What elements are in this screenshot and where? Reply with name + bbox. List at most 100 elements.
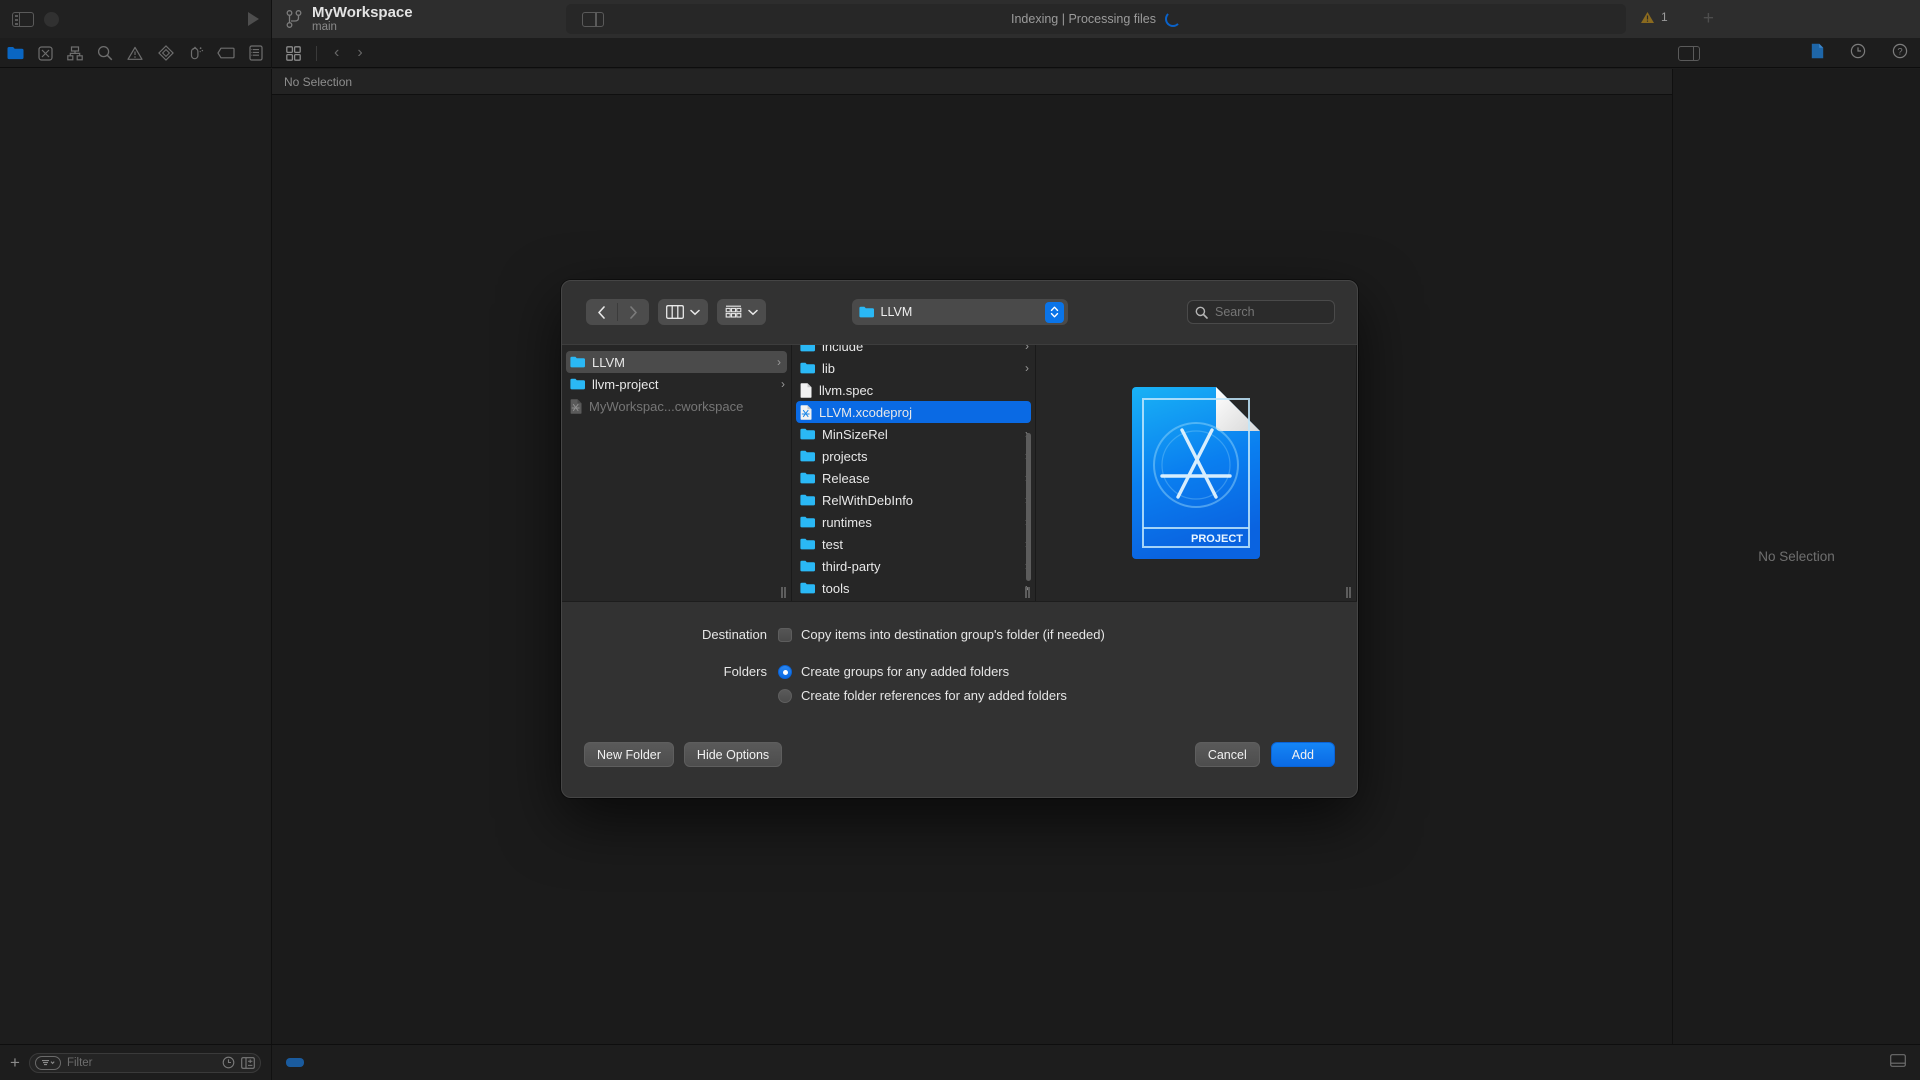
column-resize-grip[interactable] <box>781 587 788 598</box>
source-control-filter-icon[interactable] <box>241 1056 255 1069</box>
add-item-button[interactable]: + <box>10 1054 20 1071</box>
file-row[interactable]: runtimes› <box>792 511 1035 533</box>
bottom-right-panel-icon[interactable] <box>1890 1053 1906 1072</box>
editor-jump-bar[interactable]: No Selection <box>272 69 1672 95</box>
file-row-label: tools <box>822 580 850 596</box>
folder-icon <box>570 356 585 368</box>
column-2-scrollbar[interactable] <box>1026 353 1031 589</box>
file-row[interactable]: llvm.spec <box>792 379 1035 401</box>
copy-items-checkbox[interactable] <box>778 628 792 642</box>
chevron-down-icon <box>690 309 700 315</box>
sidebar-item-breakpoint-navigator[interactable] <box>211 47 241 59</box>
toggle-right-panel-icon[interactable] <box>1678 46 1700 61</box>
warning-indicator[interactable]: 1 <box>1640 10 1668 24</box>
sidebar-item-issue-navigator[interactable] <box>120 46 150 61</box>
loading-spinner-icon <box>1165 11 1181 27</box>
history-inspector-icon[interactable] <box>1850 43 1866 64</box>
file-row[interactable]: LLVM › <box>566 351 787 373</box>
sidebar-item-project-navigator[interactable] <box>0 46 30 60</box>
file-row[interactable]: tools › <box>792 577 1035 599</box>
file-row[interactable]: LLVM.xcodeproj <box>796 401 1031 423</box>
destination-option-row: Destination Copy items into destination … <box>562 627 1357 642</box>
dialog-search-field[interactable]: Search <box>1187 300 1335 324</box>
file-row[interactable]: RelWithDebInfo› <box>792 489 1035 511</box>
sidebar-item-source-control-navigator[interactable] <box>30 45 60 61</box>
column-view-icon <box>666 305 684 319</box>
browser-column-1[interactable]: LLVM › llvm-project › MyWorkspac...cworkspac… <box>562 345 792 601</box>
file-row[interactable]: MyWorkspac...cworkspace <box>562 395 791 417</box>
titlebar-circle-button[interactable] <box>44 11 59 27</box>
editor-forward-button[interactable]: › <box>350 44 369 62</box>
column-resize-grip[interactable] <box>1346 587 1353 598</box>
file-row-icon <box>570 356 585 368</box>
file-row[interactable]: lib › <box>792 357 1035 379</box>
file-row-label: lib <box>822 360 836 376</box>
copy-items-label[interactable]: Copy items into destination group's fold… <box>792 627 1105 642</box>
back-button[interactable] <box>586 299 617 325</box>
file-row[interactable]: test› <box>792 533 1035 555</box>
file-row-icon <box>800 382 812 398</box>
file-row-icon <box>800 538 815 550</box>
add-editor-plus-icon[interactable]: + <box>1703 9 1714 28</box>
project-badge-text: PROJECT <box>1191 533 1243 545</box>
file-row[interactable]: llvm-project › <box>562 373 791 395</box>
activity-view: Indexing | Processing files <box>566 4 1626 34</box>
project-navigator-panel[interactable] <box>0 69 272 1044</box>
toggle-inspector-icon[interactable] <box>581 11 604 27</box>
column-resize-grip[interactable] <box>1025 587 1032 598</box>
sidebar-item-debug-navigator[interactable] <box>181 45 211 61</box>
folders-label: Folders <box>723 664 767 679</box>
new-folder-button[interactable]: New Folder <box>584 742 674 767</box>
browser-preview-column: PROJECT <box>1036 345 1357 601</box>
file-row[interactable]: MinSizeRel› <box>792 423 1035 445</box>
file-row[interactable]: projects› <box>792 445 1035 467</box>
recent-clock-icon[interactable] <box>222 1056 235 1069</box>
create-folder-references-label[interactable]: Create folder references for any added f… <box>792 688 1067 703</box>
file-row-icon <box>800 582 815 594</box>
editor-layout-icon[interactable] <box>280 45 306 61</box>
svg-text:?: ? <box>1897 46 1902 57</box>
sidebar-item-symbol-navigator[interactable] <box>60 45 90 61</box>
toggle-navigator-icon[interactable] <box>12 11 34 27</box>
forward-button[interactable] <box>618 299 649 325</box>
file-row-icon <box>800 472 815 484</box>
browser-column-2[interactable]: include › lib › llvm.spec LLVM.xcodeproj MinSi… <box>792 345 1036 601</box>
create-folder-references-radio[interactable] <box>778 689 792 703</box>
file-row[interactable]: Release› <box>792 467 1035 489</box>
file-inspector-icon[interactable] <box>1811 43 1824 64</box>
source-control-icon <box>38 45 53 61</box>
folder-icon <box>800 450 815 462</box>
create-groups-label[interactable]: Create groups for any added folders <box>792 664 1009 679</box>
file-row-label: llvm-project <box>592 376 659 392</box>
editor-toolbar-left: ‹ › <box>280 38 370 68</box>
activity-status-text: Indexing | Processing files <box>1011 12 1156 26</box>
filter-input[interactable]: Filter <box>28 1052 261 1073</box>
file-row[interactable]: third-party› <box>792 555 1035 577</box>
hide-options-button[interactable]: Hide Options <box>683 742 783 767</box>
column-view-button[interactable] <box>658 299 708 325</box>
source-control-branch-icon <box>286 9 302 29</box>
file-row[interactable]: unittests› <box>792 599 1035 601</box>
workspace-branch: main <box>312 21 337 34</box>
dialog-footer: New Folder Hide Options Cancel Add <box>562 719 1357 797</box>
path-popup-button[interactable]: LLVM <box>851 299 1068 325</box>
path-popup-stepper-icon[interactable] <box>1044 301 1064 323</box>
folder-icon <box>800 582 815 594</box>
browser-column-1-list: LLVM › llvm-project › MyWorkspac...cworkspac… <box>562 351 791 417</box>
quick-help-icon[interactable]: ? <box>1892 43 1908 64</box>
sidebar-item-test-navigator[interactable] <box>151 45 181 61</box>
add-button[interactable]: Add <box>1270 742 1335 767</box>
cancel-button[interactable]: Cancel <box>1194 742 1260 767</box>
issue-warning-icon <box>127 46 144 60</box>
file-row[interactable]: include › <box>792 345 1035 357</box>
run-button-icon[interactable] <box>248 12 259 26</box>
scrollbar-thumb[interactable] <box>1026 433 1031 581</box>
sidebar-item-report-navigator[interactable] <box>241 45 271 61</box>
file-row-label: test <box>822 536 843 552</box>
sidebar-item-find-navigator[interactable] <box>90 45 120 61</box>
editor-back-button[interactable]: ‹ <box>327 44 346 62</box>
group-arrange-button[interactable] <box>717 299 766 325</box>
create-groups-radio[interactable] <box>778 665 792 679</box>
chevron-down-icon <box>748 309 758 315</box>
filter-options-icon[interactable] <box>34 1055 61 1070</box>
